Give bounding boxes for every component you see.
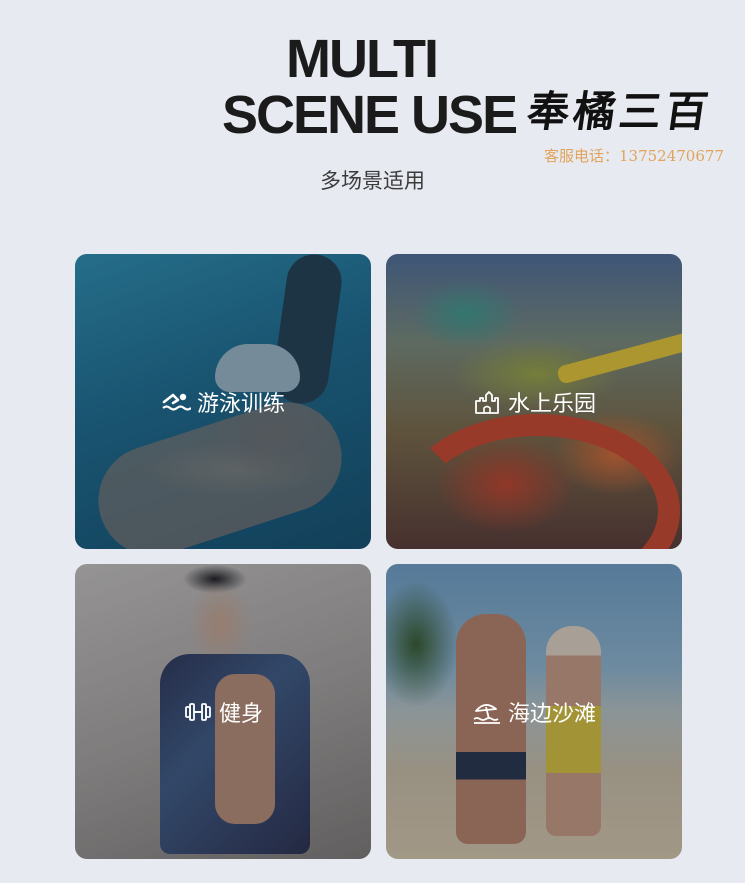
page-subtitle: 多场景适用 (320, 169, 425, 193)
brand-logo: 奉橘三百 (524, 87, 716, 136)
title-line-1: MULTI (286, 29, 439, 89)
card-label: 水上乐园 (507, 391, 596, 417)
card-label: 游泳训练 (196, 391, 285, 417)
card-label: 海边沙滩 (507, 701, 596, 727)
card-water-park[interactable]: 水上乐园 (386, 254, 682, 549)
title-line-2: SCENE USE (222, 85, 518, 145)
contact-phone: 客服电话：13752470677 (544, 147, 724, 165)
card-beach[interactable]: 海边沙滩 (386, 564, 682, 859)
card-label: 健身 (218, 701, 263, 727)
card-swimming-training[interactable]: 游泳训练 (75, 254, 371, 549)
dumbbell-icon (185, 702, 211, 721)
hero-section: MULTI SCENE USE 奉橘三百 客服电话：13752470677 多场… (0, 0, 745, 240)
beach-umbrella-icon (473, 703, 500, 724)
card-fitness[interactable]: 健身 (75, 564, 371, 859)
castle-icon (475, 390, 499, 414)
swimming-icon (162, 393, 191, 411)
